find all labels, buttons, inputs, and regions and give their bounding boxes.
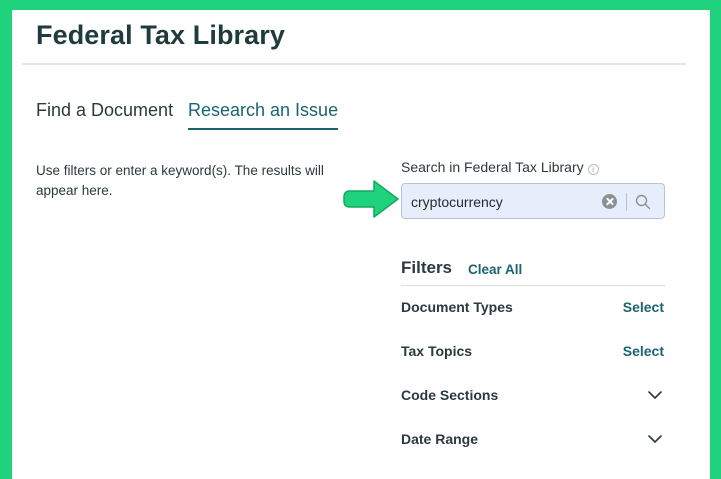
chevron-down-icon[interactable] [647,433,663,445]
arrow-right-icon [343,180,399,218]
filters-title: Filters [401,258,453,277]
chevron-down-icon[interactable] [647,389,663,401]
app-frame: Federal Tax Library Find a Document Rese… [12,10,710,479]
search-box [401,183,665,219]
select-document-types-button[interactable]: Select [623,299,664,315]
page-title: Federal Tax Library [36,20,285,50]
results-hint-text: Use filters or enter a keyword(s). The r… [36,163,324,198]
filters-divider [401,285,665,286]
filter-row-date-range[interactable]: Date Range [401,429,665,451]
filter-row-tax-topics[interactable]: Tax Topics Select [401,341,665,363]
tab-research-an-issue[interactable]: Research an Issue [188,100,339,130]
search-icon[interactable] [634,193,652,211]
search-separator [626,193,627,211]
filter-label: Code Sections [401,387,499,403]
clear-icon[interactable] [602,194,617,209]
filter-row-document-types[interactable]: Document Types Select [401,297,665,319]
filter-label: Document Types [401,299,513,315]
filter-label: Tax Topics [401,343,473,359]
select-tax-topics-button[interactable]: Select [623,343,664,359]
clear-all-button[interactable]: Clear All [468,262,522,277]
search-input[interactable] [411,192,591,212]
tab-find-a-document[interactable]: Find a Document [36,100,173,128]
info-icon[interactable]: i [587,164,599,175]
filter-row-code-sections[interactable]: Code Sections [401,385,665,407]
filter-label: Date Range [401,431,479,447]
search-label: Search in Federal Tax Library i [401,159,599,175]
title-divider [22,63,686,65]
search-label-text: Search in Federal Tax Library [401,159,584,175]
